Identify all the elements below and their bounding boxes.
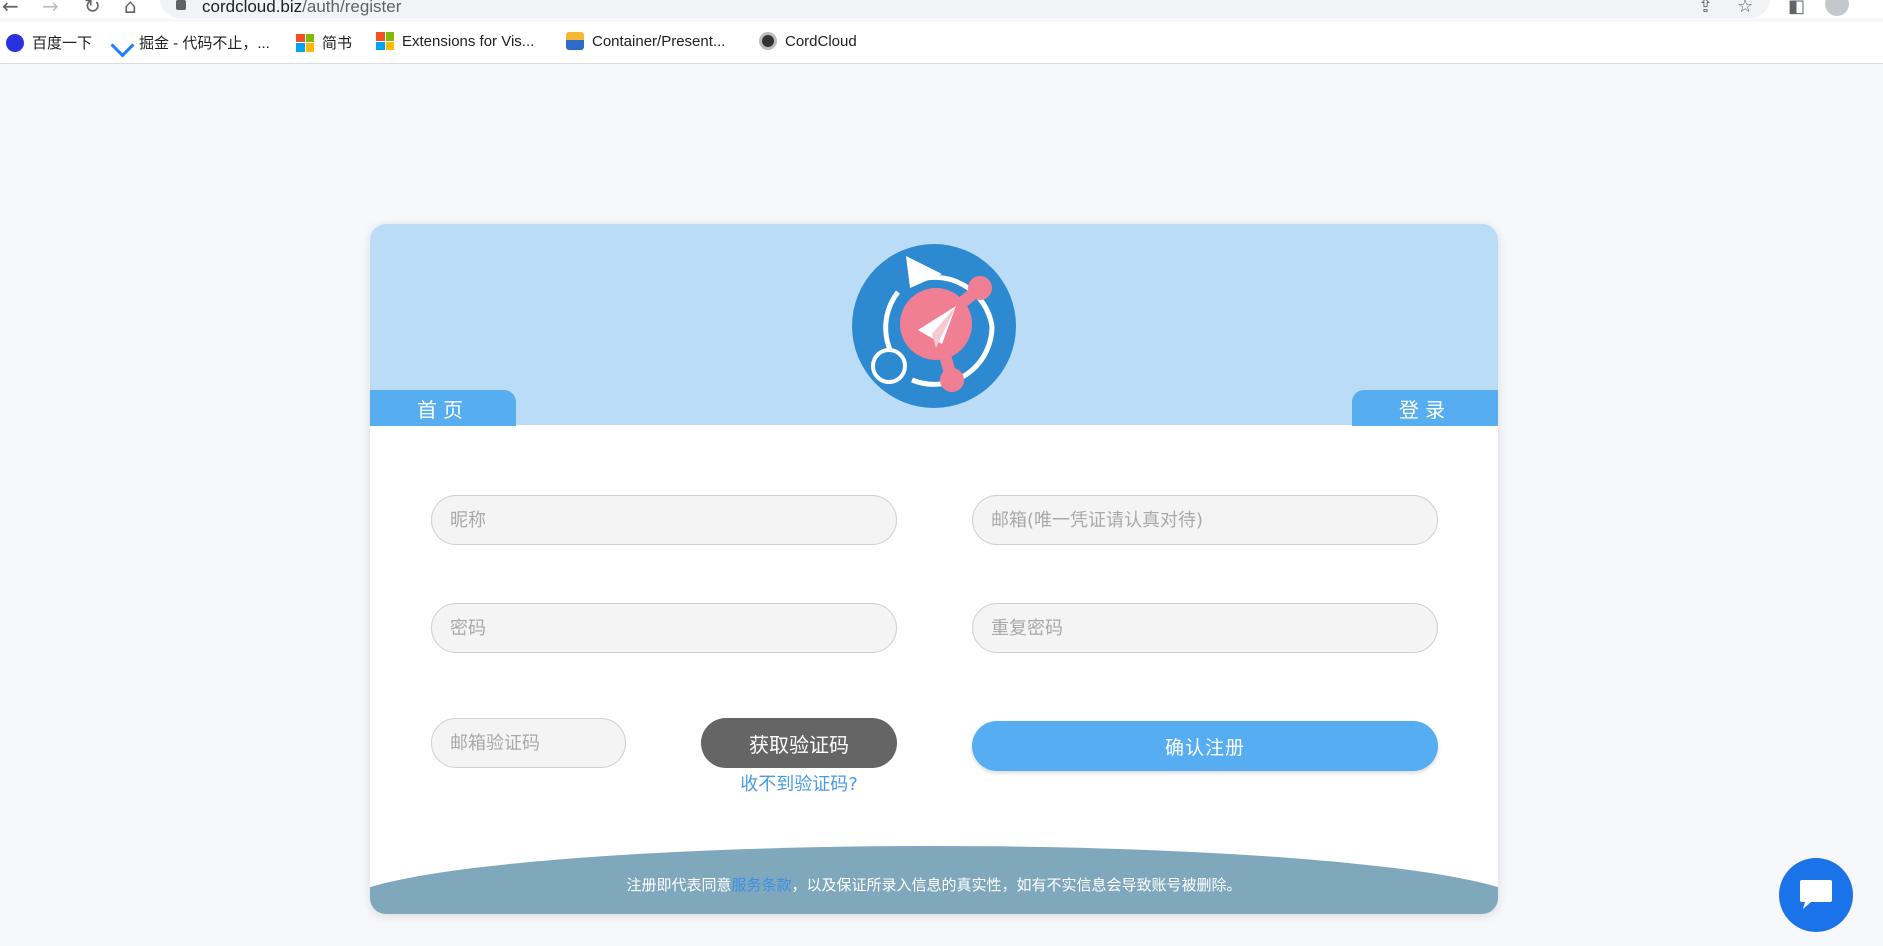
bookmark-juejin[interactable]: 掘金 - 代码不止，... [113,32,270,53]
microsoft-icon [376,32,394,50]
extensions-icon[interactable]: ◧ [1788,0,1805,17]
juejin-icon [113,34,131,52]
bookmarks-bar: 百度一下 掘金 - 代码不止，... 简书 Extensions for Vis… [0,22,1883,64]
star-icon[interactable]: ☆ [1737,0,1753,17]
lock-icon [176,0,186,10]
cordcloud-logo [852,244,1016,408]
share-icon[interactable]: ⇪ [1698,0,1713,17]
reload-icon[interactable]: ↻ [84,0,101,18]
baidu-icon [6,33,24,52]
bookmark-label: Container/Present... [592,32,726,50]
register-card: 首页 登录 获取验证码 收不到验证码? 确认注册 注册即代表同意服务条款，以及保… [370,224,1498,914]
bookmark-baidu[interactable]: 百度一下 [6,32,92,53]
container-icon [566,32,584,50]
get-code-button[interactable]: 获取验证码 [701,718,897,768]
terms-link[interactable]: 服务条款 [731,876,791,894]
email-input[interactable] [972,495,1438,545]
cordcloud-icon [759,32,777,50]
profile-avatar[interactable] [1825,0,1849,16]
nickname-input[interactable] [431,495,897,545]
chat-icon [1800,880,1832,909]
tab-home[interactable]: 首页 [370,390,516,426]
card-header: 首页 登录 [370,224,1498,426]
bookmark-cordcloud[interactable]: CordCloud [759,32,857,50]
bookmark-extensions[interactable]: Extensions for Vis... [376,32,534,50]
footer-prefix: 注册即代表同意 [626,876,732,894]
bookmark-label: 掘金 - 代码不止，... [139,35,270,52]
bookmark-label: 百度一下 [32,35,93,52]
url-text: cordcloud.biz/auth/register [202,0,402,16]
bookmark-label: Extensions for Vis... [402,32,535,50]
back-icon[interactable]: ← [2,0,19,18]
address-bar[interactable]: cordcloud.biz/auth/register [160,0,1770,18]
home-icon[interactable]: ⌂ [124,0,137,18]
footer-notice: 注册即代表同意服务条款，以及保证所录入信息的真实性，如有不实信息会导致账号被删除… [370,874,1498,895]
footer-suffix: ，以及保证所录入信息的真实性，如有不实信息会导致账号被删除。 [791,876,1242,894]
no-code-link[interactable]: 收不到验证码? [701,770,897,796]
microsoft-icon [296,33,314,52]
bookmark-label: 简书 [322,35,353,52]
forward-icon[interactable]: → [42,0,59,18]
password-input[interactable] [431,603,897,653]
repeat-password-input[interactable] [972,603,1438,653]
register-button[interactable]: 确认注册 [972,721,1438,771]
tab-login[interactable]: 登录 [1352,390,1498,426]
chat-button[interactable] [1779,858,1853,932]
bookmark-container[interactable]: Container/Present... [566,32,725,50]
bookmark-jianshu[interactable]: 简书 [296,32,352,53]
browser-toolbar: ← → ↻ ⌂ cordcloud.biz/auth/register ⇪ ☆ … [0,0,1883,18]
bookmark-label: CordCloud [785,32,857,50]
email-code-input[interactable] [431,718,626,768]
